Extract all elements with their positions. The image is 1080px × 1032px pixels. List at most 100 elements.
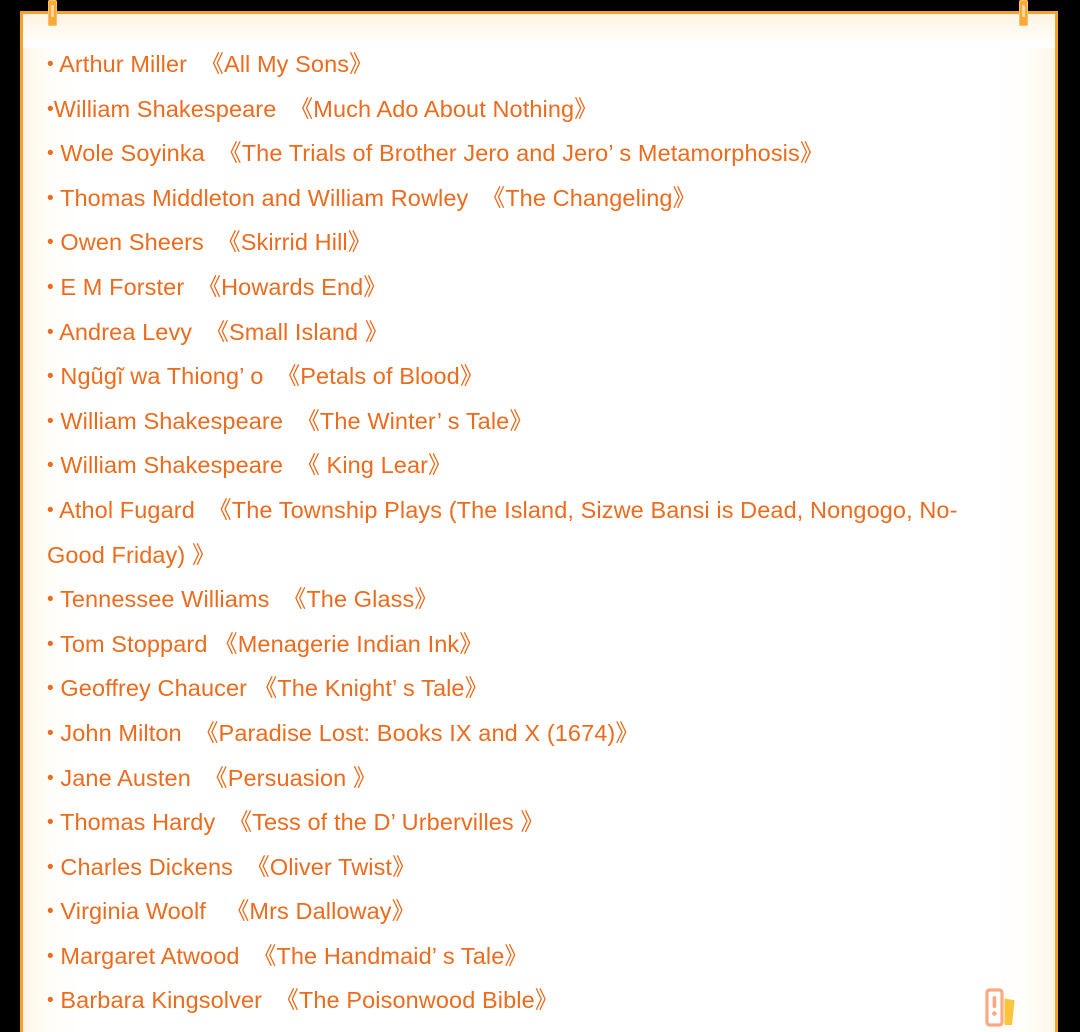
bullet-icon: • (47, 633, 54, 655)
bullet-icon: • (47, 945, 54, 967)
list-item: • Arthur Miller 《All My Sons》 (47, 42, 992, 87)
list-item: • Athol Fugard 《The Township Plays (The … (47, 488, 992, 577)
document-frame: • Arthur Miller 《All My Sons》 •William Sh… (20, 11, 1058, 1032)
work-title: 《Skirrid Hill》 (217, 229, 372, 256)
bullet-icon: • (47, 722, 54, 744)
work-title: 《Tess of the D’ Urbervilles 》 (228, 809, 545, 836)
work-title: 《The Glass》 (282, 586, 438, 613)
work-title: 《The Knight’ s Tale》 (253, 675, 489, 702)
bullet-icon: • (47, 366, 54, 388)
list-item: • Andrea Levy 《Small Island 》 (47, 310, 992, 355)
list-item: • Jane Austen 《Persuasion 》 (47, 756, 992, 801)
bullet-icon: • (47, 499, 54, 521)
list-item: • Ngũgĩ wa Thiong’ o 《Petals of Blood》 (47, 354, 992, 399)
author-title-separator (247, 675, 254, 701)
author-title-separator (182, 720, 195, 746)
work-author: Charles Dickens (60, 853, 233, 880)
work-author: Tennessee Williams (59, 586, 270, 613)
list-item: • E M Forster 《Howards End》 (47, 265, 992, 310)
work-title: 《Petals of Blood》 (276, 363, 484, 390)
author-title-separator (276, 96, 289, 122)
bullet-icon: • (47, 856, 54, 878)
work-title: 《The Poisonwood Bible》 (275, 987, 559, 1014)
list-item: • John Milton 《Paradise Lost: Books IX a… (47, 711, 992, 756)
work-author: Owen Sheers (60, 229, 204, 256)
work-title: 《All My Sons》 (200, 51, 373, 77)
work-author: William Shakespeare (60, 452, 284, 479)
work-title: 《The Changeling》 (481, 184, 697, 211)
author-title-separator (468, 185, 481, 211)
author-title-separator (269, 586, 282, 612)
author-title-separator (184, 274, 197, 300)
author-title-separator (205, 140, 218, 166)
list-item: • William Shakespeare 《 King Lear》 (47, 443, 992, 488)
work-author: William Shakespeare (53, 95, 277, 122)
frame-handle-right[interactable] (1019, 0, 1028, 26)
work-author: Arthur Miller (59, 51, 188, 77)
work-author: Virginia Woolf (60, 898, 206, 925)
list-item: • Wole Soyinka 《The Trials of Brother Je… (47, 131, 992, 176)
list-item: • Tennessee Williams 《The Glass》 (47, 577, 992, 622)
author-title-separator (204, 229, 217, 255)
work-author: Thomas Middleton and William Rowley (59, 184, 469, 211)
work-author: Margaret Atwood (60, 942, 240, 969)
work-title: 《Small Island 》 (205, 318, 389, 345)
list-item: • William Shakespeare 《The Winter’ s Tal… (47, 399, 992, 444)
list-item: • Margaret Atwood 《The Handmaid’ s Tale》 (47, 934, 992, 979)
work-title: 《The Winter’ s Tale》 (296, 407, 533, 434)
work-author: Tom Stoppard (59, 630, 208, 657)
author-title-separator (240, 943, 253, 969)
work-author: Athol Fugard (59, 496, 195, 523)
bullet-icon: • (47, 321, 54, 343)
bullet-icon: • (47, 187, 54, 209)
author-title-separator (233, 854, 246, 880)
work-title: 《Paradise Lost: Books IX and X (1674)》 (194, 719, 639, 746)
author-title-separator (283, 452, 296, 478)
work-author: Barbara Kingsolver (60, 987, 263, 1014)
work-author: William Shakespeare (60, 407, 284, 434)
bullet-icon: • (47, 410, 54, 432)
author-title-separator (191, 765, 204, 791)
bullet-icon: • (47, 455, 54, 477)
work-title: 《The Trials of Brother Jero and Jero’ s … (218, 140, 824, 167)
bullet-icon: • (47, 678, 54, 700)
author-title-separator (215, 809, 228, 835)
work-title: 《Oliver Twist》 (246, 853, 416, 880)
work-author: E M Forster (60, 273, 185, 300)
author-title-separator (195, 497, 208, 523)
bullet-icon: • (47, 767, 54, 789)
author-title-separator (262, 987, 275, 1013)
work-title: 《Mrs Dalloway》 (225, 898, 416, 925)
reading-list: • Arthur Miller 《All My Sons》 •William Sh… (47, 42, 992, 1023)
list-item: • Barbara Kingsolver 《The Poisonwood Bib… (47, 978, 992, 1023)
bullet-icon: • (47, 589, 54, 611)
work-author: Thomas Hardy (59, 809, 216, 836)
author-title-separator (192, 319, 205, 345)
bullet-icon: • (47, 812, 54, 834)
work-author: Jane Austen (60, 764, 191, 791)
work-title: 《Howards End》 (197, 273, 387, 300)
bullet-icon: • (47, 232, 54, 254)
work-author: Geoffrey Chaucer (60, 675, 248, 702)
list-item: • Virginia Woolf 《Mrs Dalloway》 (47, 889, 992, 934)
bullet-icon: • (47, 98, 54, 120)
books-icon (985, 988, 1015, 1027)
author-title-separator (283, 408, 296, 434)
frame-handle-left[interactable] (48, 0, 57, 26)
bullet-icon: • (47, 901, 54, 923)
work-title: 《 King Lear》 (296, 452, 452, 479)
work-author: Ngũgĩ wa Thiong’ o (60, 363, 264, 390)
list-item: •William Shakespeare 《Much Ado About Not… (47, 87, 992, 132)
author-title-separator (206, 898, 226, 924)
list-item: • Geoffrey Chaucer 《The Knight’ s Tale》 (47, 666, 992, 711)
list-item: • Tom Stoppard 《Menagerie Indian Ink》 (47, 622, 992, 667)
work-author: Andrea Levy (59, 318, 193, 345)
list-item: • Thomas Middleton and William Rowley 《T… (47, 176, 992, 221)
screenshot-stage: • Arthur Miller 《All My Sons》 •William Sh… (0, 0, 1080, 1032)
bullet-icon: • (47, 276, 54, 298)
work-title: 《The Handmaid’ s Tale》 (252, 942, 529, 969)
list-item: • Owen Sheers 《Skirrid Hill》 (47, 220, 992, 265)
bullet-icon: • (47, 54, 54, 75)
work-title: 《Persuasion 》 (204, 764, 377, 791)
bullet-icon: • (47, 143, 54, 165)
